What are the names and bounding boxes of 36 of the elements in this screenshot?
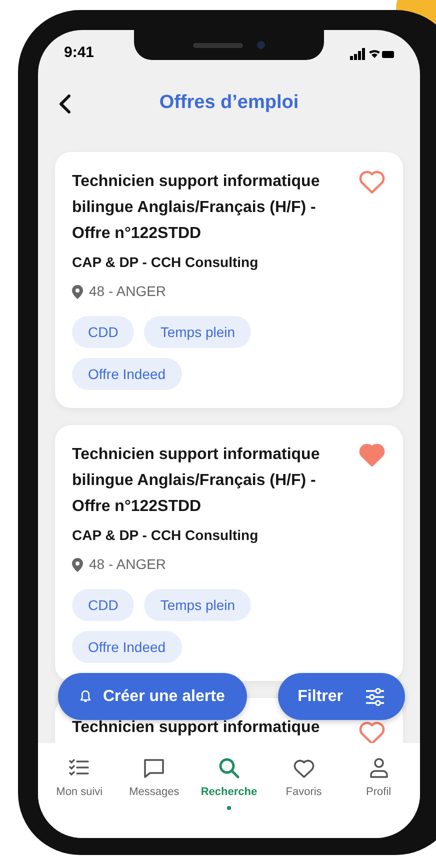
heart-icon[interactable] — [358, 720, 386, 743]
search-icon — [218, 757, 240, 779]
profile-icon — [368, 757, 390, 779]
tag: Temps plein — [144, 589, 252, 621]
nav-tab[interactable]: Favoris — [268, 757, 339, 817]
location-text: 48 - ANGER — [89, 555, 166, 574]
page-title: Offres d’emploi — [159, 91, 299, 116]
tag: CDD — [72, 316, 134, 348]
tag: Temps plein — [144, 316, 252, 348]
heart-icon[interactable] — [358, 169, 386, 194]
filter-button[interactable]: Filtrer — [278, 673, 405, 720]
location-text: 48 - ANGER — [89, 282, 166, 301]
tag: Offre Indeed — [72, 631, 182, 663]
job-title: Technicien support informatique — [72, 718, 321, 738]
nav-tab[interactable]: Messages — [119, 757, 190, 817]
nav-tab[interactable]: Mon suivi — [44, 757, 114, 817]
status-time: 9:41 — [64, 43, 94, 64]
tag: CDD — [72, 589, 134, 621]
create-alert-button[interactable]: Créer une alerte — [58, 673, 247, 720]
job-title: Technicien support informatique bilingue Anglais/Français (H/F) - Offre n°122STDD — [72, 172, 321, 244]
nav-tab[interactable]: Recherche — [194, 757, 264, 817]
company-name: CAP & DP - CCH Consulting — [72, 526, 260, 545]
tag: Offre Indeed — [72, 358, 182, 390]
location-pin-icon — [72, 558, 83, 572]
job-card[interactable]: Technicien support informatique bilingue Anglais/Français (H/F) - Offre n°122STDD CAP & DP - CCH Consulting 48 - ANGER CDD Temps plein Offre Indeed — [55, 425, 403, 681]
heart-icon[interactable] — [358, 442, 386, 468]
job-card[interactable]: Technicien support informatique bilingue Anglais/Français (H/F) - Offre n°122STDD CAP & DP - CCH Consulting 48 - ANGER CDD Temps plein Offre Indeed — [55, 152, 403, 408]
location-pin-icon — [72, 284, 83, 298]
status-icons — [350, 48, 394, 60]
heart-icon — [292, 757, 315, 779]
sliders-icon — [365, 688, 385, 706]
company-name: CAP & DP - CCH Consulting — [72, 253, 260, 272]
bell-icon — [80, 690, 91, 703]
message-icon — [143, 757, 166, 779]
nav-tab[interactable]: Profil — [344, 757, 414, 817]
job-title: Technicien support informatique bilingue Anglais/Français (H/F) - Offre n°122STDD — [72, 445, 321, 517]
